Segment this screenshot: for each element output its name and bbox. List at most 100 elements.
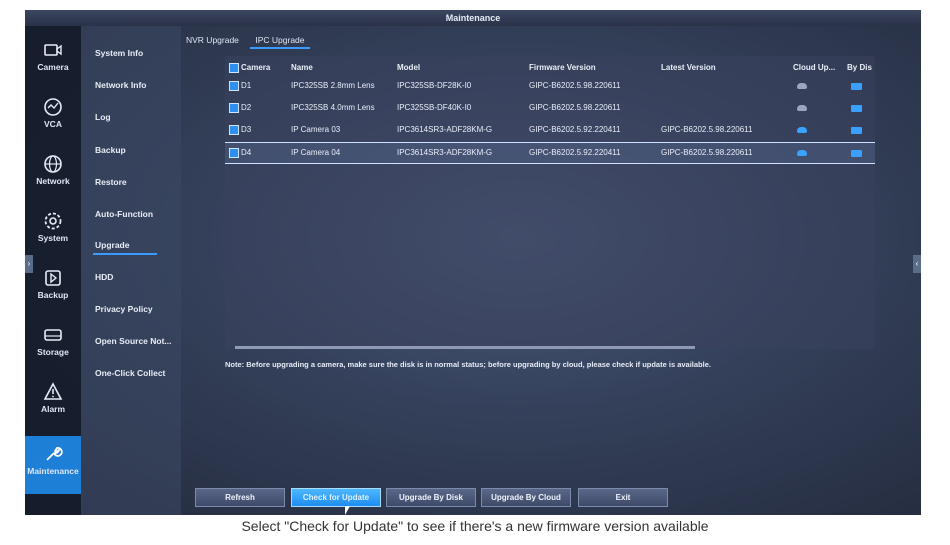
latest-cell bbox=[661, 76, 786, 96]
check-for-update-button[interactable]: Check for Update bbox=[291, 488, 381, 507]
column-firmware[interactable]: Firmware Version bbox=[529, 58, 654, 78]
nav-item-storage[interactable]: Storage bbox=[25, 317, 81, 371]
sub-item-privacy-policy[interactable]: Privacy Policy bbox=[95, 304, 153, 314]
sub-item-hdd[interactable]: HDD bbox=[95, 272, 113, 282]
disk-upgrade-icon[interactable] bbox=[851, 150, 862, 157]
model-cell: IPC325SB-DF40K-I0 bbox=[397, 103, 472, 112]
camera-id: D4 bbox=[241, 148, 252, 157]
firmware-cell: GIPC-B6202.5.92.220411 bbox=[529, 125, 621, 134]
sub-nav: System Info Network Info Log Backup Rest… bbox=[81, 26, 181, 515]
sub-item-auto-function[interactable]: Auto-Function bbox=[95, 209, 153, 219]
backup-icon bbox=[45, 270, 61, 286]
row-checkbox[interactable] bbox=[229, 80, 239, 91]
table-row[interactable]: D1 IPC325SB 2.8mm Lens IPC325SB-DF28K-I0… bbox=[225, 76, 875, 96]
vca-icon bbox=[44, 98, 62, 116]
name-cell: IPC325SB 2.8mm Lens bbox=[291, 81, 375, 90]
latest-cell: GIPC-B6202.5.98.220611 bbox=[661, 125, 753, 134]
camera-icon bbox=[44, 44, 62, 56]
row-checkbox[interactable] bbox=[229, 147, 239, 158]
nav-item-label: System bbox=[37, 233, 69, 243]
upgrade-by-cloud-button[interactable]: Upgrade By Cloud bbox=[481, 488, 571, 507]
screenshot-caption: Select "Check for Update" to see if ther… bbox=[241, 518, 709, 534]
refresh-button[interactable]: Refresh bbox=[195, 488, 285, 507]
latest-cell bbox=[661, 98, 786, 118]
sub-item-restore[interactable]: Restore bbox=[95, 177, 127, 187]
nav-item-label: Alarm bbox=[40, 404, 66, 414]
alarm-icon bbox=[43, 382, 63, 400]
upgrade-note: Note: Before upgrading a camera, make su… bbox=[225, 360, 711, 369]
nav-item-label: Network bbox=[36, 176, 70, 186]
nav-item-maintenance[interactable]: Maintenance bbox=[25, 436, 81, 494]
table-row[interactable]: D4 IP Camera 04 IPC3614SR3-ADF28KM-G GIP… bbox=[225, 142, 875, 164]
exit-button[interactable]: Exit bbox=[578, 488, 668, 507]
cloud-cell bbox=[797, 120, 817, 140]
nav-item-label: Storage bbox=[37, 347, 69, 357]
sub-item-open-source[interactable]: Open Source Not... bbox=[95, 336, 172, 346]
sub-item-system-info[interactable]: System Info bbox=[95, 48, 143, 58]
tab-ipc-upgrade[interactable]: IPC Upgrade bbox=[250, 33, 310, 49]
sub-item-network-info[interactable]: Network Info bbox=[95, 80, 146, 90]
collapse-right-button[interactable]: ‹ bbox=[913, 255, 921, 273]
column-latest[interactable]: Latest Version bbox=[661, 58, 786, 78]
gear-icon bbox=[44, 212, 62, 230]
row-checkbox[interactable] bbox=[229, 124, 239, 135]
camera-id: D3 bbox=[241, 125, 252, 134]
nav-item-label: Backup bbox=[37, 290, 69, 300]
collapse-left-button[interactable]: › bbox=[25, 255, 33, 273]
nav-item-vca[interactable]: VCA bbox=[25, 89, 81, 143]
table-row[interactable]: D3 IP Camera 03 IPC3614SR3-ADF28KM-G GIP… bbox=[225, 120, 875, 140]
nav-item-label: Camera bbox=[37, 62, 69, 72]
name-cell: IP Camera 04 bbox=[291, 148, 341, 157]
horizontal-scrollbar[interactable] bbox=[235, 346, 695, 349]
column-cloud[interactable]: Cloud Up... bbox=[793, 58, 845, 78]
window-title: Maintenance bbox=[25, 10, 921, 26]
disk-cell bbox=[851, 76, 871, 96]
firmware-cell: GIPC-B6202.5.98.220611 bbox=[529, 81, 621, 90]
disk-upgrade-icon[interactable] bbox=[851, 83, 862, 90]
cloud-cell bbox=[797, 98, 817, 118]
camera-id: D1 bbox=[241, 81, 252, 90]
sub-item-backup[interactable]: Backup bbox=[95, 145, 126, 155]
nav-item-network[interactable]: Network bbox=[25, 146, 81, 200]
cloud-upgrade-icon[interactable] bbox=[797, 105, 807, 111]
nav-item-backup[interactable]: Backup bbox=[25, 260, 81, 314]
model-cell: IPC3614SR3-ADF28KM-G bbox=[397, 125, 493, 134]
camera-id: D2 bbox=[241, 103, 252, 112]
upgrade-by-disk-button[interactable]: Upgrade By Disk bbox=[386, 488, 476, 507]
cloud-cell bbox=[797, 143, 817, 163]
disk-upgrade-icon[interactable] bbox=[851, 105, 862, 112]
mouse-cursor-icon bbox=[345, 506, 350, 515]
model-cell: IPC3614SR3-ADF28KM-G bbox=[397, 148, 493, 157]
table-row[interactable]: D2 IPC325SB 4.0mm Lens IPC325SB-DF40K-I0… bbox=[225, 98, 875, 118]
camera-table: Camera Name Model Firmware Version Lates… bbox=[225, 56, 875, 349]
tab-nvr-upgrade[interactable]: NVR Upgrade bbox=[181, 33, 244, 47]
nav-item-label: Maintenance bbox=[27, 466, 79, 476]
nav-item-system[interactable]: System bbox=[25, 203, 81, 257]
column-camera[interactable]: Camera bbox=[229, 58, 287, 78]
model-cell: IPC325SB-DF28K-I0 bbox=[397, 81, 472, 90]
table-header: Camera Name Model Firmware Version Lates… bbox=[225, 58, 875, 78]
select-all-checkbox[interactable] bbox=[229, 62, 239, 73]
sub-item-one-click-collect[interactable]: One-Click Collect bbox=[95, 368, 165, 378]
upgrade-tabs: NVR Upgrade IPC Upgrade bbox=[181, 30, 312, 49]
camera-cell: D3 bbox=[229, 120, 287, 140]
camera-cell: D2 bbox=[229, 98, 287, 118]
column-by-disk[interactable]: By Dis bbox=[847, 58, 875, 78]
nav-item-camera[interactable]: Camera bbox=[25, 32, 81, 86]
latest-cell: GIPC-B6202.5.98.220611 bbox=[661, 148, 753, 157]
firmware-cell: GIPC-B6202.5.92.220411 bbox=[529, 148, 621, 157]
column-camera-label: Camera bbox=[241, 63, 271, 72]
column-model[interactable]: Model bbox=[397, 58, 522, 78]
row-checkbox[interactable] bbox=[229, 102, 239, 113]
cloud-upgrade-icon[interactable] bbox=[797, 83, 807, 89]
sub-item-log[interactable]: Log bbox=[95, 112, 111, 122]
column-name[interactable]: Name bbox=[291, 58, 391, 78]
nav-item-label: VCA bbox=[44, 119, 62, 129]
sub-item-upgrade[interactable]: Upgrade bbox=[92, 240, 159, 255]
firmware-cell: GIPC-B6202.5.98.220611 bbox=[529, 103, 621, 112]
cloud-cell bbox=[797, 76, 817, 96]
cloud-upgrade-icon[interactable] bbox=[797, 150, 807, 156]
nav-item-alarm[interactable]: Alarm bbox=[25, 374, 81, 428]
cloud-upgrade-icon[interactable] bbox=[797, 127, 807, 133]
disk-upgrade-icon[interactable] bbox=[851, 127, 862, 134]
